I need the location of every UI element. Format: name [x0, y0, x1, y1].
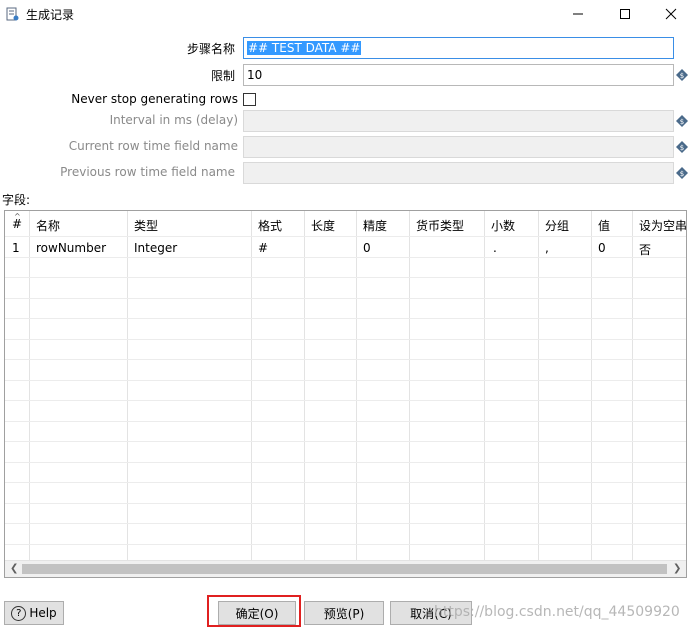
column-header[interactable]: 长度: [311, 217, 335, 234]
minimize-icon: [573, 13, 583, 15]
preview-button-label: 预览(P): [323, 606, 365, 621]
preview-button[interactable]: 预览(P): [304, 601, 384, 625]
table-cell[interactable]: .: [493, 241, 497, 255]
table-cell[interactable]: #: [258, 241, 268, 255]
column-divider: [592, 211, 633, 561]
row-line: [5, 503, 686, 504]
scrollbar-thumb[interactable]: [22, 564, 667, 574]
close-button[interactable]: [648, 2, 693, 26]
table-cell[interactable]: 1: [12, 241, 20, 255]
never-stop-label: Never stop generating rows: [71, 92, 238, 106]
column-divider: [128, 211, 252, 561]
column-header[interactable]: 名称: [36, 217, 60, 234]
column-header[interactable]: 类型: [134, 217, 158, 234]
row-line: [5, 359, 686, 360]
variable-diamond-icon[interactable]: $: [676, 115, 688, 127]
step-name-value: ## TEST DATA ##: [247, 41, 362, 55]
svg-text:$: $: [680, 72, 684, 80]
fields-table[interactable]: ^ # 名称 类型 格式 长度 精度 货币类型 小数 分组 值 设为空串 1 r…: [4, 210, 687, 578]
help-button-label: Help: [29, 606, 57, 620]
row-line: [5, 298, 686, 299]
row-line: [5, 236, 686, 237]
maximize-icon: [620, 9, 630, 19]
help-button[interactable]: ? Help: [4, 601, 64, 625]
variable-diamond-icon[interactable]: $: [676, 167, 688, 179]
highlight-box: [207, 595, 301, 627]
row-line: [5, 482, 686, 483]
column-header[interactable]: 值: [598, 217, 610, 234]
step-name-input[interactable]: ## TEST DATA ##: [243, 37, 674, 59]
column-header[interactable]: 货币类型: [416, 217, 464, 234]
never-stop-checkbox[interactable]: [243, 93, 256, 106]
table-cell[interactable]: rowNumber: [36, 241, 106, 255]
row-line: [5, 523, 686, 524]
table-cell[interactable]: Integer: [134, 241, 177, 255]
table-cell[interactable]: ,: [545, 241, 549, 255]
column-divider: [30, 211, 128, 561]
row-line: [5, 441, 686, 442]
table-cell[interactable]: 否: [639, 241, 651, 258]
row-line: [5, 421, 686, 422]
close-icon: [665, 8, 677, 20]
row-line: [5, 339, 686, 340]
help-icon: ?: [11, 605, 27, 621]
row-line: [5, 400, 686, 401]
row-line: [5, 462, 686, 463]
limit-input[interactable]: 10: [243, 64, 674, 86]
column-header[interactable]: 小数: [491, 217, 515, 234]
variable-diamond-icon[interactable]: $: [676, 69, 688, 81]
table-cell[interactable]: 0: [598, 241, 606, 255]
column-divider: [539, 211, 592, 561]
column-divider: [252, 211, 305, 561]
step-name-label: 步骤名称: [186, 42, 235, 56]
scroll-left-icon[interactable]: ❮: [10, 563, 18, 574]
svg-text:$: $: [680, 144, 684, 152]
table-cell[interactable]: 0: [363, 241, 371, 255]
svg-text:$: $: [680, 118, 684, 126]
svg-text:$: $: [680, 170, 684, 178]
row-line: [5, 380, 686, 381]
current-time-field-input[interactable]: [243, 136, 674, 158]
fields-section-label: 字段:: [2, 193, 31, 207]
window-title: 生成记录: [26, 8, 75, 22]
column-divider: [5, 211, 30, 561]
column-header[interactable]: #: [12, 217, 22, 231]
column-header[interactable]: 格式: [258, 217, 282, 234]
interval-input[interactable]: [243, 110, 674, 132]
row-line: [5, 544, 686, 545]
previous-time-field-label: Previous row time field name: [60, 165, 235, 179]
title-bar: 生成记录: [0, 0, 693, 28]
column-header[interactable]: 精度: [363, 217, 387, 234]
interval-label: Interval in ms (delay): [109, 113, 238, 127]
column-divider: [410, 211, 485, 561]
column-header[interactable]: 设为空串: [639, 217, 686, 234]
variable-diamond-icon[interactable]: $: [676, 141, 688, 153]
row-line: [5, 318, 686, 319]
horizontal-scrollbar[interactable]: ❮ ❯: [5, 560, 686, 577]
scroll-right-icon[interactable]: ❯: [673, 563, 681, 574]
document-icon: [6, 7, 19, 21]
watermark: https://blog.csdn.net/qq_44509920: [434, 604, 680, 620]
limit-label: 限制: [210, 69, 235, 83]
minimize-button[interactable]: [555, 2, 601, 26]
row-line: [5, 257, 686, 258]
row-line: [5, 277, 686, 278]
column-header[interactable]: 分组: [545, 217, 569, 234]
column-divider: [357, 211, 410, 561]
maximize-button[interactable]: [602, 2, 648, 26]
column-divider: [485, 211, 539, 561]
previous-time-field-input[interactable]: [243, 162, 674, 184]
column-divider: [305, 211, 357, 561]
current-time-field-label: Current row time field name: [68, 139, 238, 153]
